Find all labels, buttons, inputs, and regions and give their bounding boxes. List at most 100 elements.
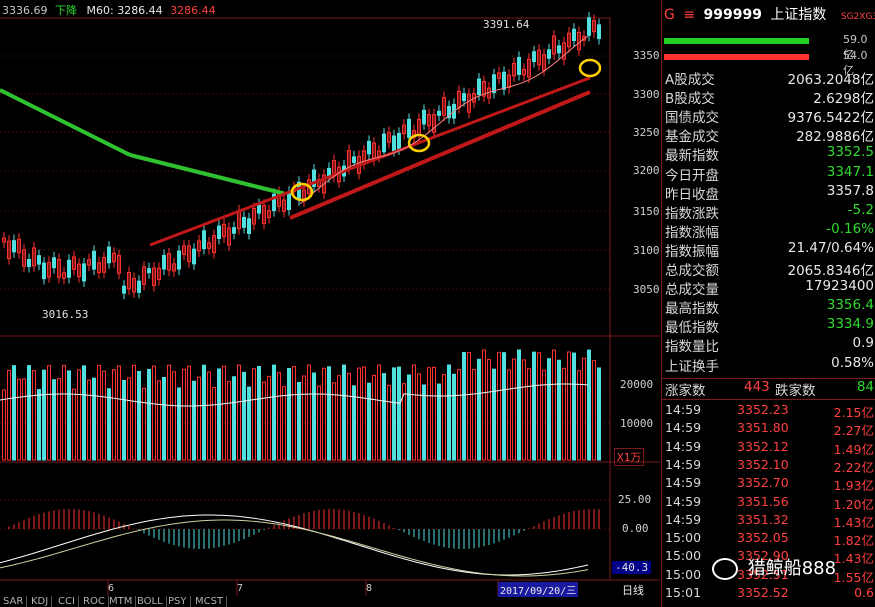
stat-row: B股成交 2.6298亿 xyxy=(662,87,875,108)
tab-roc[interactable]: ROC xyxy=(80,596,109,607)
volume-bar xyxy=(462,352,466,461)
tab-psy[interactable]: PSY xyxy=(165,596,191,607)
volume-bar xyxy=(172,371,176,461)
stat-row: 最新指数 3352.5 xyxy=(662,144,875,164)
stat-label: B股成交 xyxy=(665,91,715,108)
ma-value: 3336.69 xyxy=(2,4,48,17)
tick-volume: 1.82亿 xyxy=(833,533,874,549)
stat-value: 2063.2048亿 xyxy=(787,72,874,88)
volume-bar xyxy=(152,365,156,461)
tick-time: 14:59 xyxy=(665,402,702,417)
stat-value: 3356.4 xyxy=(826,297,874,314)
candle-body xyxy=(367,140,371,155)
rise-label: 涨家数 xyxy=(665,383,706,399)
candle-body xyxy=(192,248,196,265)
volume-bar xyxy=(427,367,431,461)
index-info-panel: G ≡ 999999 上证指数 SG2XG3 59.0亿 54.0亿 A股成交 2… xyxy=(661,0,875,607)
volume-bar xyxy=(117,365,121,461)
fall-label: 跌家数 xyxy=(775,383,816,399)
volume-bar xyxy=(62,364,66,461)
stat-label: 上证换手 xyxy=(665,358,719,375)
candle-body xyxy=(352,156,356,163)
volume-bar xyxy=(312,372,316,461)
volume-bar xyxy=(587,349,591,461)
watermark: 猎鲸船888 xyxy=(712,554,836,580)
candle-body xyxy=(37,255,41,265)
stat-label: 指数量比 xyxy=(665,339,719,356)
stat-label: 指数涨幅 xyxy=(665,224,719,241)
ma-red-line xyxy=(149,76,591,247)
kline-chart-svg[interactable] xyxy=(0,0,660,607)
volume-bar xyxy=(212,386,216,461)
volume-bar xyxy=(97,364,101,461)
panel-code: 999999 xyxy=(703,7,762,23)
stat-label: 昨日收盘 xyxy=(665,186,719,203)
candle-body xyxy=(107,246,111,264)
volume-bar xyxy=(17,378,21,461)
volume-bar xyxy=(432,366,436,461)
candle-body xyxy=(517,56,521,75)
volume-bar xyxy=(92,377,96,461)
low-annotation: 3016.53 xyxy=(42,308,89,321)
candle-body xyxy=(492,74,496,94)
volume-bar xyxy=(192,380,196,461)
panel-flag: G xyxy=(664,7,675,23)
volume-bar xyxy=(487,359,491,461)
volume-bar xyxy=(77,369,81,461)
tick-price: 3352.23 xyxy=(737,402,789,417)
candle-body xyxy=(477,78,481,96)
tick-time: 15:00 xyxy=(665,566,702,582)
menu-icon[interactable]: ≡ xyxy=(683,7,695,23)
tick-row: 14:59 3352.12 1.49亿 xyxy=(662,439,875,457)
candle-body xyxy=(422,109,426,125)
tick-volume: 0.6 xyxy=(854,585,874,600)
price-tick-3200: 3200 xyxy=(633,164,660,177)
tab-sar[interactable]: SAR xyxy=(0,596,28,607)
tab-cci[interactable]: CCI xyxy=(55,596,79,607)
candle-body xyxy=(177,250,181,270)
volume-bar xyxy=(562,367,566,461)
sell-volume-bar xyxy=(664,54,809,60)
candle-body xyxy=(257,204,261,214)
candle-body xyxy=(547,49,551,59)
stat-row: 上证换手 0.58% xyxy=(662,355,875,375)
stat-label: 基金成交 xyxy=(665,129,719,146)
volume-bar xyxy=(107,388,111,461)
volume-bar xyxy=(592,360,596,461)
watermark-text: 猎鲸船888 xyxy=(747,558,837,579)
candle-body xyxy=(202,230,206,250)
stat-label: 最高指数 xyxy=(665,301,719,318)
stat-row: 基金成交 282.9886亿 xyxy=(662,125,875,146)
candle-body xyxy=(52,257,56,269)
volume-bar xyxy=(222,365,226,461)
volume-bar xyxy=(437,383,441,461)
volume-bar xyxy=(532,351,536,461)
volume-bar xyxy=(597,367,601,461)
candle-body xyxy=(92,250,96,270)
tab-mcst[interactable]: MCST xyxy=(192,596,228,607)
tab-kdj[interactable]: KDJ xyxy=(28,596,53,607)
stat-label: 指数涨跌 xyxy=(665,205,719,222)
tab-boll[interactable]: BOLL xyxy=(134,596,167,607)
panel-name: 上证指数 xyxy=(770,7,827,23)
volume-bar xyxy=(207,371,211,461)
stat-row: 最低指数 3334.9 xyxy=(662,316,875,336)
wechat-icon xyxy=(712,558,738,580)
candle-body xyxy=(217,225,221,240)
volume-bar xyxy=(47,365,51,461)
volume-bar xyxy=(177,387,181,461)
volume-bar xyxy=(422,384,426,461)
volume-bar xyxy=(187,365,191,461)
kline-chart-area[interactable]: 3336.69 下降 M60: 3286.44 3286.44 3391.64 … xyxy=(0,0,660,607)
tab-mtm[interactable]: MTM xyxy=(106,596,137,607)
volume-bar xyxy=(382,373,386,461)
tick-price: 3352.12 xyxy=(737,438,789,454)
rise-count: 443 xyxy=(744,379,770,395)
volume-bar xyxy=(27,365,31,461)
candle-body xyxy=(12,240,16,253)
tick-price: 3351.56 xyxy=(737,493,789,509)
panel-title: G ≡ 999999 上证指数 SG2XG3 xyxy=(664,4,875,26)
period-label[interactable]: 日线 xyxy=(622,582,644,598)
tick-row: 14:59 3351.80 2.27亿 xyxy=(662,420,875,438)
volume-bar xyxy=(572,352,576,461)
